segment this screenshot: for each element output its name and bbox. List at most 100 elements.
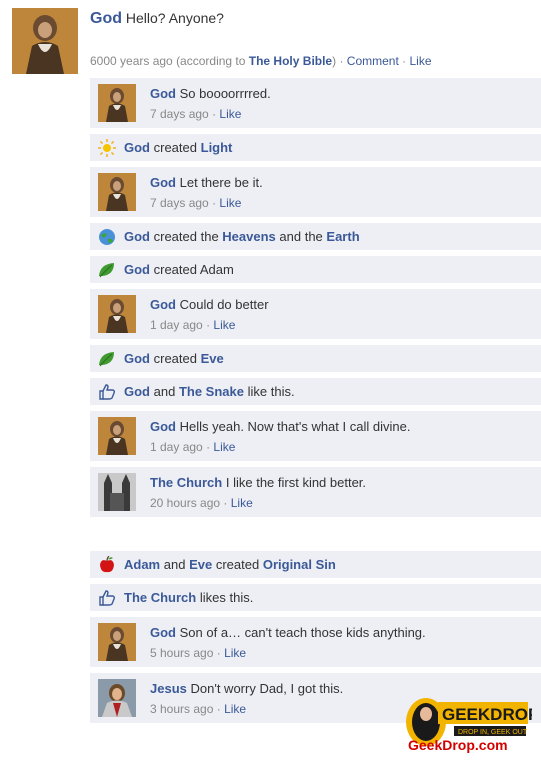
liker-link-2[interactable]: The Snake — [179, 384, 244, 399]
status-meta: 6000 years ago (according to The Holy Bi… — [90, 54, 432, 68]
likes-and: and — [153, 384, 176, 399]
separator: · — [216, 646, 221, 660]
object-link-2[interactable]: Earth — [326, 229, 359, 244]
comment-time: 5 hours ago — [150, 646, 214, 660]
god-avatar[interactable] — [98, 623, 136, 661]
comment: God Hells yeah. Now that's what I call d… — [90, 411, 541, 461]
like-link[interactable]: Like — [213, 318, 235, 332]
svg-text:GEEKDROP: GEEKDROP — [442, 705, 532, 724]
like-link[interactable]: Like — [219, 196, 241, 210]
thumbs-up-icon — [99, 590, 116, 606]
god-avatar[interactable] — [98, 173, 136, 211]
comment-meta: 20 hours ago · Like — [150, 496, 253, 510]
comment-meta: 7 days ago · Like — [150, 196, 241, 210]
story-verb: created — [153, 351, 197, 366]
comment-text: Let there be it. — [179, 175, 263, 190]
actor-link[interactable]: God — [124, 140, 150, 155]
status-text: Hello? Anyone? — [125, 10, 224, 26]
leaf-icon — [99, 352, 114, 367]
sun-icon — [98, 139, 116, 157]
status-headline: God Hello? Anyone? — [90, 10, 224, 28]
god-avatar[interactable] — [12, 8, 78, 74]
likes-text: God and The Snake like this. — [124, 384, 295, 399]
actor-link[interactable]: God — [124, 229, 150, 244]
status-time: 6000 years ago (according to — [90, 54, 249, 68]
separator: · — [212, 196, 217, 210]
comment-text: Hells yeah. Now that's what I call divin… — [179, 419, 411, 434]
activity-story: God created the Heavens and the Earth — [90, 223, 541, 250]
author-link[interactable]: God — [90, 10, 122, 27]
story-text: God created Adam — [124, 262, 234, 277]
liker-link[interactable]: God — [124, 384, 150, 399]
comment-meta: 1 day ago · Like — [150, 440, 235, 454]
separator: · — [212, 107, 217, 121]
god-avatar[interactable] — [98, 417, 136, 455]
liker-link[interactable]: The Church — [124, 590, 196, 605]
actor-link[interactable]: God — [124, 351, 150, 366]
likes-text: The Church likes this. — [124, 590, 253, 605]
leaf-icon — [99, 263, 114, 278]
comment-meta: 1 day ago · Like — [150, 318, 235, 332]
commenter-link[interactable]: God — [150, 297, 176, 312]
separator: · — [216, 702, 221, 716]
commenter-link[interactable]: The Church — [150, 475, 222, 490]
comment-time: 3 hours ago — [150, 702, 214, 716]
comment-meta: 5 hours ago · Like — [150, 646, 246, 660]
like-link[interactable]: Like — [219, 107, 241, 121]
comment-time: 7 days ago — [150, 196, 209, 210]
comment-time: 7 days ago — [150, 107, 209, 121]
jesus-avatar[interactable] — [98, 679, 136, 717]
object-link[interactable]: Eve — [201, 351, 224, 366]
geekdrop-logo: GEEKDROP DROP IN, GEEK OUT GeekDrop.com — [406, 698, 532, 753]
like-link[interactable]: Like — [224, 702, 246, 716]
comment-text: Could do better — [179, 297, 269, 312]
activity-story: God created Eve — [90, 345, 541, 372]
commenter-link[interactable]: God — [150, 175, 176, 190]
separator: · — [206, 440, 211, 454]
comment-link[interactable]: Comment — [347, 54, 399, 68]
like-link[interactable]: Like — [410, 54, 432, 68]
god-avatar[interactable] — [98, 295, 136, 333]
earth-icon — [99, 229, 115, 245]
actor-link[interactable]: God — [124, 262, 150, 277]
source-link[interactable]: The Holy Bible — [249, 54, 332, 68]
comment-time: 1 day ago — [150, 318, 203, 332]
likes-suffix: likes this. — [199, 590, 254, 605]
object-link[interactable]: Heavens — [222, 229, 275, 244]
activity-story: God created Light — [90, 134, 541, 161]
object-link[interactable]: Eve — [189, 557, 212, 572]
story-text: God created Light — [124, 140, 232, 155]
comment: God Could do better 1 day ago · Like — [90, 289, 541, 339]
likes-suffix: like this. — [247, 384, 295, 399]
story-text: God created the Heavens and the Earth — [124, 229, 360, 244]
god-avatar[interactable] — [98, 84, 136, 122]
story-verb: created the — [153, 229, 219, 244]
commenter-link[interactable]: Jesus — [150, 681, 187, 696]
comment-text: So boooorrrred. — [179, 86, 271, 101]
story-verb-2: and the — [279, 229, 323, 244]
comment-meta: 3 hours ago · Like — [150, 702, 246, 716]
separator: · — [339, 54, 344, 68]
comment-body: The Church I like the first kind better. — [150, 475, 366, 490]
comment-body: Jesus Don't worry Dad, I got this. — [150, 681, 343, 696]
actor-link[interactable]: Adam — [124, 557, 160, 572]
story-verb-2: created — [215, 557, 260, 572]
story-text: Adam and Eve created Original Sin — [124, 557, 336, 572]
comment-feed: God So boooorrrred. 7 days ago · Like God … — [90, 78, 541, 729]
like-link[interactable]: Like — [231, 496, 253, 510]
svg-text:GeekDrop.com: GeekDrop.com — [408, 737, 508, 753]
commenter-link[interactable]: God — [150, 625, 176, 640]
comment: God So boooorrrred. 7 days ago · Like — [90, 78, 541, 128]
comment-body: God Hells yeah. Now that's what I call d… — [150, 419, 410, 434]
object-link[interactable]: Light — [201, 140, 233, 155]
commenter-link[interactable]: God — [150, 419, 176, 434]
object-link-2[interactable]: Original Sin — [263, 557, 336, 572]
church-avatar[interactable] — [98, 473, 136, 511]
activity-story: God created Adam — [90, 256, 541, 283]
thumbs-up-icon — [99, 384, 116, 400]
like-link[interactable]: Like — [213, 440, 235, 454]
story-verb: and — [163, 557, 186, 572]
commenter-link[interactable]: God — [150, 86, 176, 101]
separator: · — [206, 318, 211, 332]
like-link[interactable]: Like — [224, 646, 246, 660]
